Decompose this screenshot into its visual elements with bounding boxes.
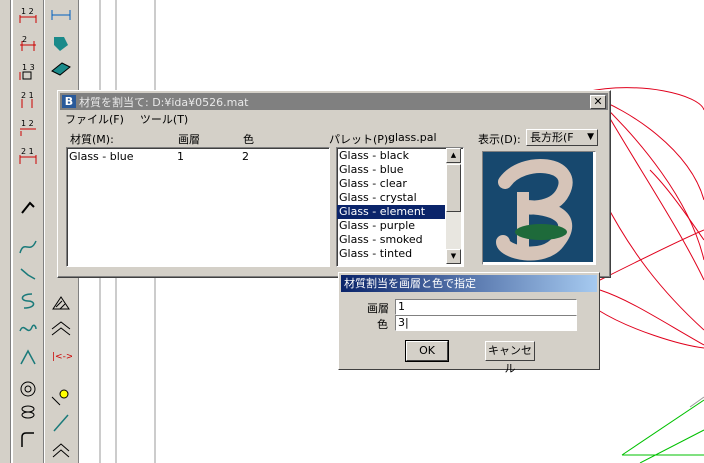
color-input[interactable]: 3|: [395, 315, 577, 331]
svg-text:2 1: 2 1: [21, 91, 34, 100]
dropdown-arrow-icon: ▼: [587, 132, 594, 142]
fillet-icon[interactable]: [16, 428, 40, 450]
material-define-icon[interactable]: [49, 58, 73, 80]
palette-item-blue[interactable]: Glass - blue: [337, 163, 445, 177]
spiral-icon[interactable]: [16, 378, 40, 400]
dimension-size-icon[interactable]: 2: [16, 32, 40, 54]
helix-icon[interactable]: [16, 402, 40, 424]
dimension-ordinate-icon[interactable]: 2 1: [16, 88, 40, 110]
dimension-location-icon[interactable]: 1 3: [16, 60, 40, 82]
list-item[interactable]: Glass - blue: [69, 150, 134, 164]
palette-filename: glass.pal: [388, 131, 437, 144]
spline-icon[interactable]: [16, 290, 40, 312]
preview-logo-icon: [483, 152, 593, 262]
material-color: 2: [242, 150, 249, 163]
material-assign-icon[interactable]: [49, 32, 73, 54]
chevron-tool-icon[interactable]: [49, 438, 73, 460]
dialog-title: 材質を割当て: D:¥ida¥0526.mat: [79, 95, 249, 109]
light-bulb-icon[interactable]: [49, 386, 73, 408]
material-column-header: 材質(M):: [70, 133, 114, 146]
menu-file[interactable]: ファイル(F): [62, 111, 127, 126]
svg-text:|<->|: |<->|: [52, 352, 72, 362]
arc-dimension-icon[interactable]: [16, 196, 40, 218]
palette-item-smoked[interactable]: Glass - smoked: [337, 233, 445, 247]
palette-item-crystal[interactable]: Glass - crystal: [337, 191, 445, 205]
palette-scrollbar[interactable]: ▲ ▼: [446, 148, 461, 264]
assign-by-level-color-dialog: 材質割当を画層と色で指定 画層 1 色 3| OK キャンセル: [338, 272, 600, 375]
ok-button[interactable]: OK: [405, 340, 449, 362]
app-logo-icon: B: [62, 95, 76, 108]
level-label: 画層: [367, 302, 389, 315]
material-name: Glass - blue: [69, 150, 134, 163]
svg-text:1 2: 1 2: [21, 7, 34, 16]
curve-point-icon[interactable]: [16, 262, 40, 284]
scroll-down-icon[interactable]: ▼: [446, 249, 461, 264]
palette-item-element[interactable]: Glass - element: [337, 205, 445, 219]
line-tool-icon[interactable]: [49, 412, 73, 434]
hatch-area-icon[interactable]: [49, 292, 73, 314]
material-level: 1: [177, 150, 184, 163]
dialog-titlebar[interactable]: B 材質を割当て: D:¥ida¥0526.mat ✕: [60, 93, 608, 110]
wave-curve-icon[interactable]: [16, 318, 40, 340]
palette-list[interactable]: Glass - black Glass - blue Glass - clear…: [336, 147, 464, 267]
dimension-angle-icon[interactable]: 1 2: [16, 116, 40, 138]
material-list[interactable]: Glass - blue 1 2: [66, 147, 330, 267]
material-preview: [482, 151, 596, 265]
linear-pattern-icon[interactable]: |<->|: [49, 344, 73, 366]
palette-item-black[interactable]: Glass - black: [337, 149, 445, 163]
curve-tool-icon[interactable]: [16, 236, 40, 258]
level-input[interactable]: 1: [395, 299, 577, 315]
svg-text:1 2: 1 2: [21, 119, 34, 128]
menu-bar: ファイル(F) ツール(T): [62, 111, 191, 126]
cancel-button[interactable]: キャンセル: [485, 341, 535, 375]
pattern-area-icon[interactable]: [49, 318, 73, 340]
dimension-radial-icon[interactable]: 2 1: [16, 144, 40, 166]
close-button[interactable]: ✕: [590, 95, 606, 109]
subdialog-title[interactable]: 材質割当を画層と色で指定: [341, 275, 597, 292]
display-label: 表示(D):: [478, 133, 521, 146]
dimension-element-icon[interactable]: 1 2: [16, 4, 40, 26]
scroll-up-icon[interactable]: ▲: [446, 148, 461, 163]
svg-text:1 3: 1 3: [22, 63, 35, 72]
palette-item-clear[interactable]: Glass - clear: [337, 177, 445, 191]
toolbar-dimension-tools: 1 2 2 1 3 2 1 1 2 2 1: [12, 0, 44, 463]
display-mode-value: 長方形(F: [530, 131, 574, 144]
measure-distance-icon[interactable]: [49, 4, 73, 26]
palette-item-purple[interactable]: Glass - purple: [337, 219, 445, 233]
tangent-curve-icon[interactable]: [16, 346, 40, 368]
menu-tools[interactable]: ツール(T): [137, 111, 191, 126]
palette-item-tinted[interactable]: Glass - tinted: [337, 247, 445, 261]
color-label: 色: [377, 318, 388, 331]
color-column-header: 色: [243, 133, 254, 146]
toolbar-strip-edge: [0, 0, 11, 463]
scroll-thumb[interactable]: [446, 164, 461, 212]
level-column-header: 画層: [178, 133, 200, 146]
display-mode-select[interactable]: 長方形(F ▼: [526, 129, 598, 146]
svg-text:2 1: 2 1: [21, 147, 34, 156]
palette-label: パレット(P):: [329, 133, 392, 146]
material-assign-dialog: B 材質を割当て: D:¥ida¥0526.mat ✕ ファイル(F) ツール(…: [57, 90, 611, 278]
svg-text:2: 2: [22, 35, 27, 44]
